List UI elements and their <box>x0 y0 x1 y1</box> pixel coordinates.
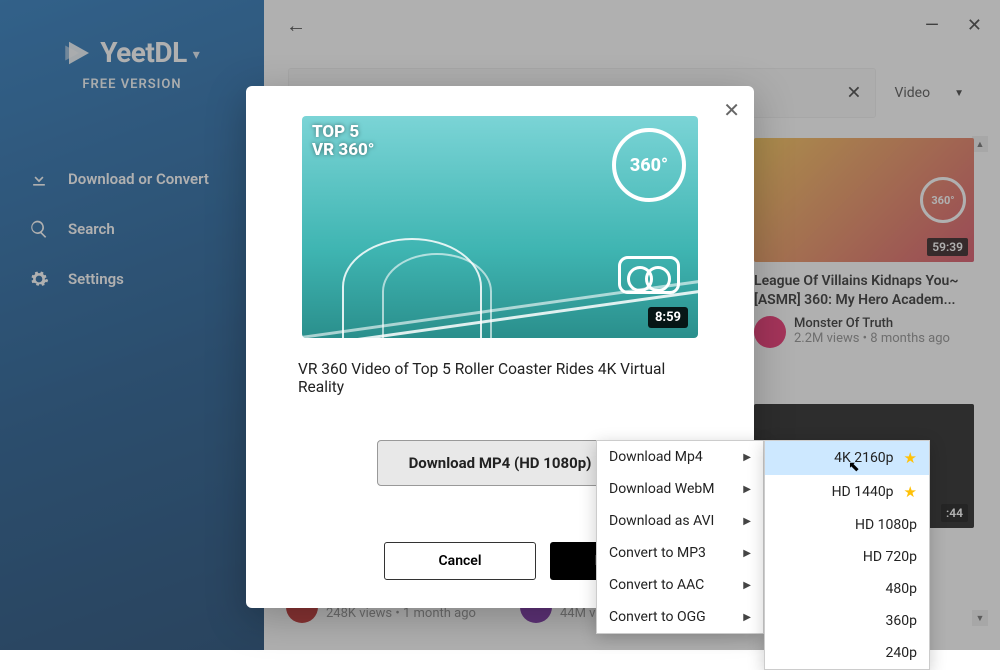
chevron-right-icon: ▶ <box>743 484 751 495</box>
dialog-video-title: VR 360 Video of Top 5 Roller Coaster Rid… <box>298 360 702 396</box>
menu-item-ogg[interactable]: Convert to OGG▶ <box>597 601 763 633</box>
quality-hd-1440p[interactable]: HD 1440p★ <box>765 475 929 509</box>
quality-360p[interactable]: 360p <box>765 605 929 637</box>
star-icon: ★ <box>904 449 917 467</box>
menu-item-mp4[interactable]: Download Mp4▶ <box>597 441 763 473</box>
quality-480p[interactable]: 480p <box>765 573 929 605</box>
quality-4k-2160p[interactable]: 4K 2160p★ <box>765 441 929 475</box>
chevron-right-icon: ▶ <box>743 452 751 463</box>
quality-240p[interactable]: 240p <box>765 637 929 669</box>
star-icon: ★ <box>904 483 917 501</box>
quality-hd-1080p[interactable]: HD 1080p <box>765 509 929 541</box>
cancel-button[interactable]: Cancel <box>384 542 536 580</box>
thumb-caption: TOP 5VR 360° <box>312 124 375 160</box>
quality-hd-720p[interactable]: HD 720p <box>765 541 929 573</box>
menu-item-mp3[interactable]: Convert to MP3▶ <box>597 537 763 569</box>
menu-item-avi[interactable]: Download as AVI▶ <box>597 505 763 537</box>
quality-submenu: 4K 2160p★ HD 1440p★ HD 1080p HD 720p 480… <box>764 440 930 670</box>
dialog-thumbnail: TOP 5VR 360° 360° 8:59 <box>302 116 698 338</box>
chevron-right-icon: ▶ <box>743 548 751 559</box>
menu-item-webm[interactable]: Download WebM▶ <box>597 473 763 505</box>
coaster-art <box>302 188 698 338</box>
menu-item-aac[interactable]: Convert to AAC▶ <box>597 569 763 601</box>
download-format-button[interactable]: Download MP4 (HD 1080p) ❯ <box>377 440 623 486</box>
duration-badge: 8:59 <box>648 307 688 328</box>
format-context-menu: Download Mp4▶ Download WebM▶ Download as… <box>596 440 764 634</box>
download-format-label: Download MP4 (HD 1080p) <box>409 454 592 472</box>
dialog-close-button[interactable]: ✕ <box>723 98 740 122</box>
chevron-right-icon: ▶ <box>743 516 751 527</box>
chevron-right-icon: ▶ <box>743 580 751 591</box>
chevron-right-icon: ▶ <box>743 612 751 623</box>
